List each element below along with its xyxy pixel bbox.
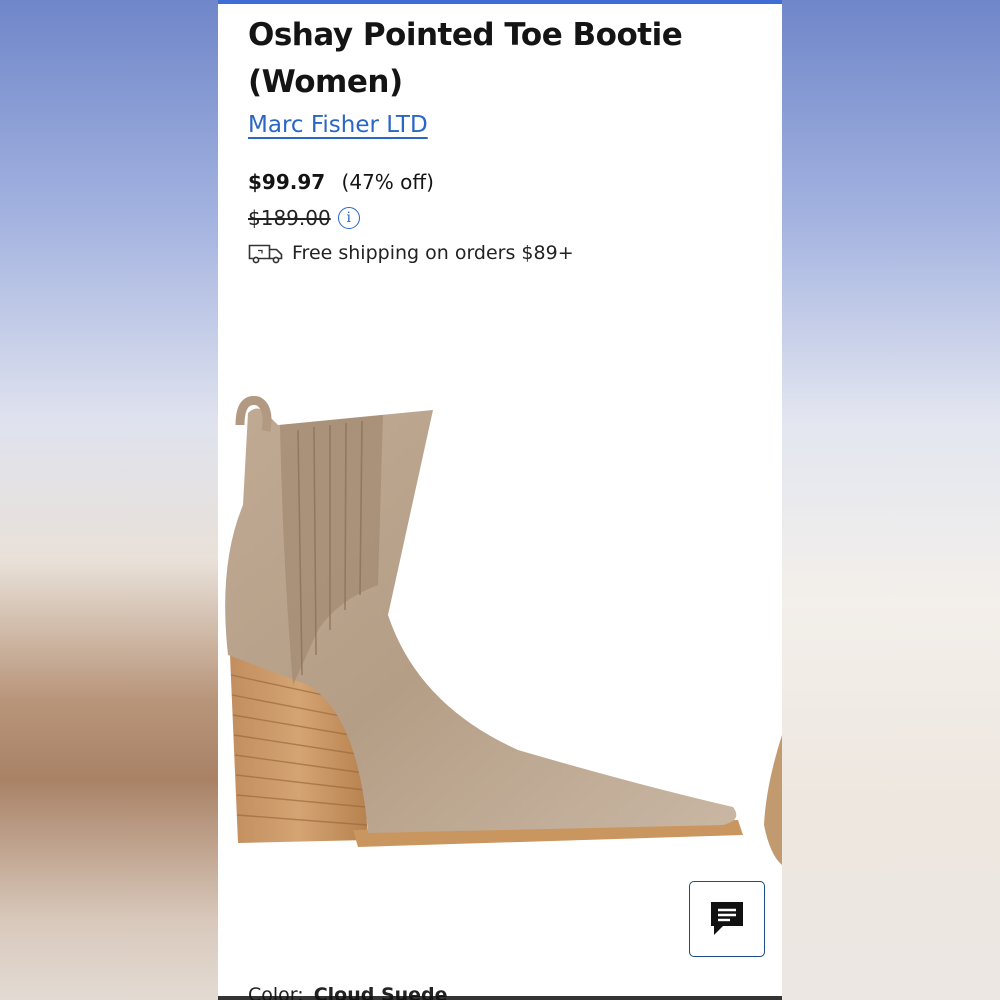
product-image[interactable] <box>218 385 782 885</box>
shipping-row: Free shipping on orders $89+ <box>248 242 574 264</box>
sale-price: $99.97 <box>248 170 326 194</box>
truck-icon <box>248 244 283 264</box>
original-price: $189.00 <box>248 206 331 230</box>
bottom-divider <box>218 996 782 1000</box>
background-right <box>782 0 1000 1000</box>
product-page: Oshay Pointed Toe Bootie (Women) Marc Fi… <box>218 0 782 1000</box>
original-price-row: $189.00 i <box>248 206 360 230</box>
top-accent-bar <box>218 0 782 4</box>
info-icon[interactable]: i <box>337 207 360 229</box>
chat-button[interactable] <box>689 881 765 957</box>
brand-link[interactable]: Marc Fisher LTD <box>248 112 428 138</box>
background-left <box>0 0 218 1000</box>
shipping-text: Free shipping on orders $89+ <box>292 242 574 264</box>
product-title: Oshay Pointed Toe Bootie (Women) <box>248 17 683 100</box>
chat-icon <box>711 902 743 935</box>
discount-percent: (47% off) <box>341 170 434 194</box>
price-row: $99.97 (47% off) <box>248 170 434 194</box>
